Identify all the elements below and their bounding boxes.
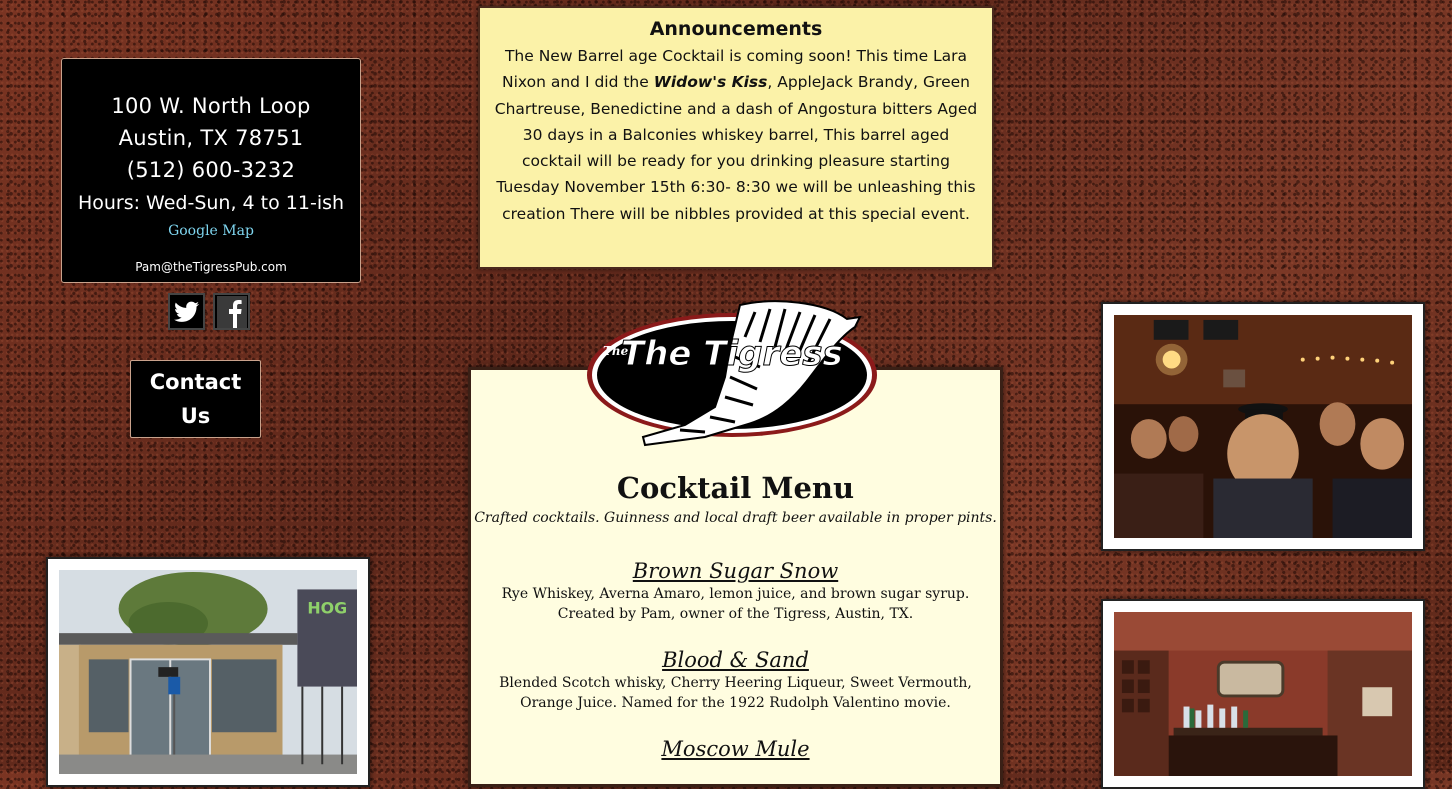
drink-description: Created by Pam, owner of the Tigress, Au… — [557, 606, 914, 622]
google-map-link[interactable]: Google Map — [168, 222, 254, 240]
announcement-title: Announcements — [649, 18, 823, 40]
drink-item: Brown Sugar Snow Rye Whiskey, Averna Ama… — [491, 558, 980, 624]
drink-item: Moscow Mule — [491, 736, 980, 762]
facebook-icon — [216, 295, 247, 328]
announcement-text-part2: , AppleJack Brandy, Green Chartreuse, Be… — [494, 73, 978, 223]
menu-title: Cocktail Menu — [616, 471, 855, 505]
email-link[interactable]: Pam@theTigressPub.com — [62, 260, 360, 274]
building-exterior-image: HOG — [59, 570, 357, 774]
street-address: 100 W. North Loop — [111, 94, 311, 118]
facebook-button[interactable] — [213, 293, 250, 330]
menu-subtitle: Crafted cocktails. Guinness and local dr… — [474, 510, 997, 526]
building-exterior-photo: HOG — [46, 557, 370, 787]
bar-interior-image — [1114, 612, 1412, 776]
opening-hours: Hours: Wed-Sun, 4 to 11-ish — [77, 192, 345, 214]
contact-us-button[interactable]: Contact Us — [130, 360, 261, 438]
announcement-box: Announcements The New Barrel age Cocktai… — [478, 6, 994, 269]
drink-name: Blood & Sand — [662, 648, 809, 672]
announcement-text: The New Barrel age Cocktail is coming so… — [494, 43, 978, 227]
drink-description: Rye Whiskey, Averna Amaro, lemon juice, … — [501, 586, 970, 602]
twitter-button[interactable] — [168, 293, 205, 330]
twitter-icon — [173, 301, 199, 322]
svg-text:HOG: HOG — [307, 599, 347, 618]
tigress-logo[interactable]: The The Tigress — [585, 297, 880, 447]
bar-interior-photo — [1101, 599, 1425, 789]
drink-item: Blood & Sand Blended Scotch whisky, Cher… — [491, 647, 980, 713]
contact-label-line2: Us — [180, 404, 211, 428]
cocktail-name-emphasis: Widow's Kiss — [653, 73, 768, 92]
drink-name: Moscow Mule — [661, 737, 810, 761]
logo-text: The Tigress — [621, 334, 843, 374]
city-state-zip: Austin, TX 78751 — [118, 126, 304, 150]
pub-crowd-image — [1114, 315, 1412, 538]
tiger-logo-image: The The Tigress — [587, 300, 877, 447]
contact-label-line1: Contact — [149, 370, 242, 394]
pub-crowd-photo — [1101, 302, 1425, 551]
drink-description: Orange Juice. Named for the 1922 Rudolph… — [520, 695, 951, 711]
drink-name: Brown Sugar Snow — [632, 559, 839, 583]
drink-description: Blended Scotch whisky, Cherry Heering Li… — [499, 675, 972, 691]
phone-number: (512) 600-3232 — [126, 158, 296, 182]
address-box: 100 W. North Loop Austin, TX 78751 (512)… — [61, 58, 361, 283]
